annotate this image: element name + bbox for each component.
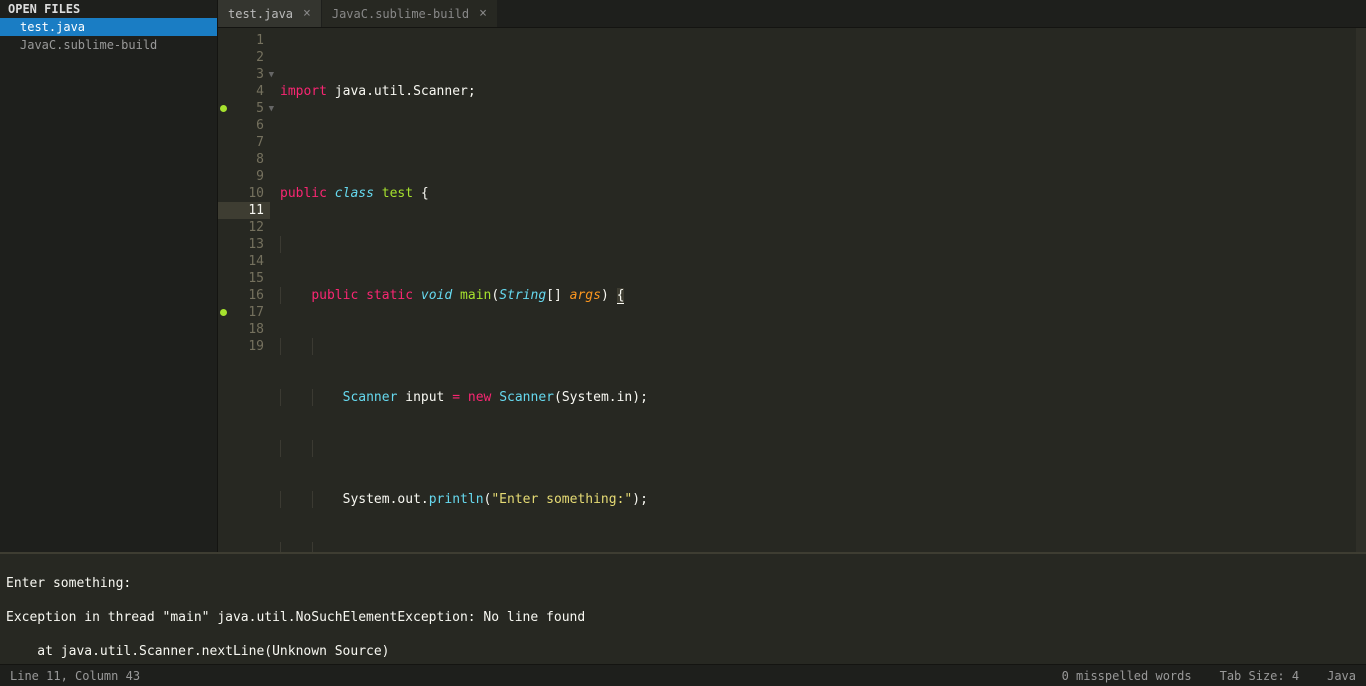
line-number[interactable]: 6 xyxy=(218,117,270,134)
minimap[interactable] xyxy=(1356,28,1366,552)
console-line: Enter something: xyxy=(6,576,131,591)
code-line-3[interactable]: public class test { xyxy=(270,185,1366,202)
modified-dot-icon xyxy=(220,105,227,112)
status-tab-size[interactable]: Tab Size: 4 xyxy=(1220,669,1299,683)
status-syntax[interactable]: Java xyxy=(1327,669,1356,683)
tab-label: test.java xyxy=(228,7,293,21)
sidebar-item-javac-sublime-build[interactable]: JavaC.sublime-build xyxy=(0,36,217,54)
code-line-4[interactable] xyxy=(270,236,1366,253)
close-icon[interactable]: × xyxy=(303,6,311,21)
code-line-2[interactable] xyxy=(270,134,1366,151)
main-area: OPEN FILES test.java JavaC.sublime-build … xyxy=(0,0,1366,552)
tab-javac-sublime-build[interactable]: JavaC.sublime-build × xyxy=(322,0,498,27)
line-number[interactable]: 9 xyxy=(218,168,270,185)
line-number[interactable]: 15 xyxy=(218,270,270,287)
line-number[interactable]: 2 xyxy=(218,49,270,66)
code-line-7[interactable]: Scanner input = new Scanner(System.in); xyxy=(270,389,1366,406)
code-lines[interactable]: import java.util.Scanner; public class t… xyxy=(270,28,1366,552)
line-number[interactable]: 10 xyxy=(218,185,270,202)
brace-match-open: { xyxy=(617,288,625,304)
line-number[interactable]: 16 xyxy=(218,287,270,304)
line-number[interactable]: 1 xyxy=(218,32,270,49)
code-line-8[interactable] xyxy=(270,440,1366,457)
line-number[interactable]: 17 xyxy=(218,304,270,321)
sidebar-item-test-java[interactable]: test.java xyxy=(0,18,217,36)
line-number[interactable]: 18 xyxy=(218,321,270,338)
line-number[interactable]: 12 xyxy=(218,219,270,236)
line-number[interactable]: 14 xyxy=(218,253,270,270)
close-icon[interactable]: × xyxy=(479,6,487,21)
console-line: Exception in thread "main" java.util.NoS… xyxy=(6,610,585,625)
build-output-panel[interactable]: Enter something: Exception in thread "ma… xyxy=(0,552,1366,664)
code-line-5[interactable]: public static void main(String[] args) { xyxy=(270,287,1366,304)
status-spell[interactable]: 0 misspelled words xyxy=(1062,669,1192,683)
code-area[interactable]: 123▼45▼678910111213141516171819 import j… xyxy=(218,28,1366,552)
tab-label: JavaC.sublime-build xyxy=(332,7,469,21)
code-line-1[interactable]: import java.util.Scanner; xyxy=(270,83,1366,100)
console-line: at java.util.Scanner.nextLine(Unknown So… xyxy=(6,644,390,659)
status-position[interactable]: Line 11, Column 43 xyxy=(10,669,1062,683)
line-number[interactable]: 3▼ xyxy=(218,66,270,83)
status-bar: Line 11, Column 43 0 misspelled words Ta… xyxy=(0,664,1366,686)
line-number[interactable]: 13 xyxy=(218,236,270,253)
line-number[interactable]: 7 xyxy=(218,134,270,151)
code-line-6[interactable] xyxy=(270,338,1366,355)
line-number[interactable]: 11 xyxy=(218,202,270,219)
code-line-9[interactable]: System.out.println("Enter something:"); xyxy=(270,491,1366,508)
modified-dot-icon xyxy=(220,309,227,316)
line-number[interactable]: 5▼ xyxy=(218,100,270,117)
gutter: 123▼45▼678910111213141516171819 xyxy=(218,28,270,552)
line-number[interactable]: 19 xyxy=(218,338,270,355)
line-number[interactable]: 4 xyxy=(218,83,270,100)
editor-area: test.java×JavaC.sublime-build× 123▼45▼67… xyxy=(218,0,1366,552)
line-number[interactable]: 8 xyxy=(218,151,270,168)
sidebar: OPEN FILES test.javaJavaC.sublime-build xyxy=(0,0,218,552)
sidebar-header: OPEN FILES xyxy=(0,0,217,18)
tab-bar: test.java × JavaC.sublime-build × xyxy=(218,0,1366,28)
code-line-10[interactable] xyxy=(270,542,1366,552)
tab-test-java[interactable]: test.java × xyxy=(218,0,322,27)
